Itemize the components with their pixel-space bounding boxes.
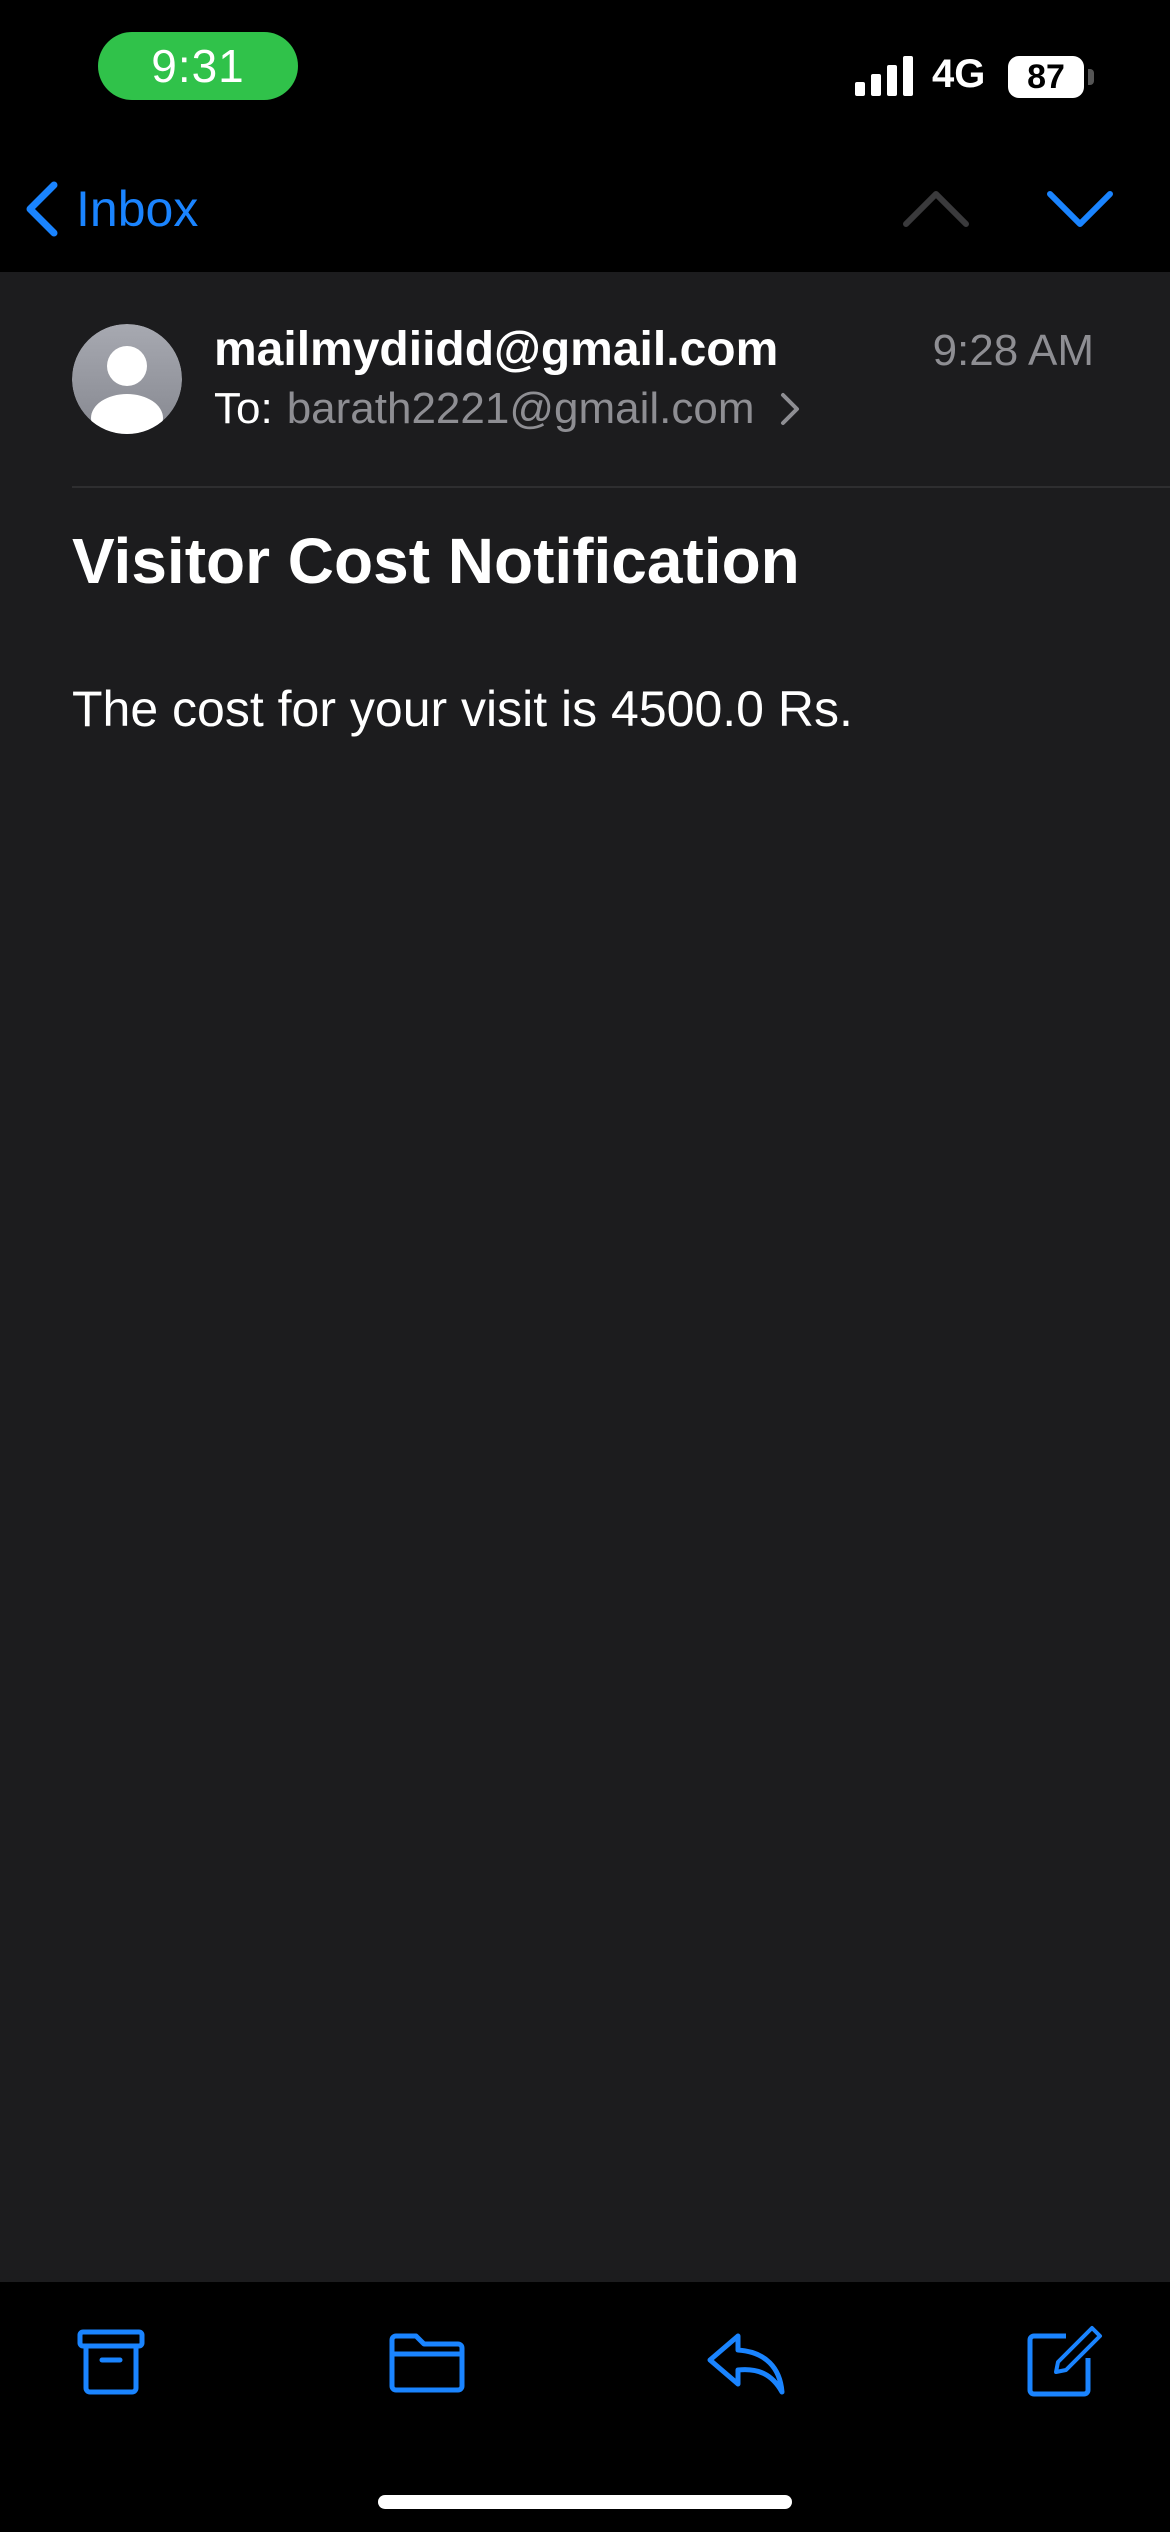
archive-button[interactable] bbox=[66, 2322, 156, 2402]
to-label: To: bbox=[214, 384, 273, 433]
network-type: 4G bbox=[932, 52, 986, 96]
home-indicator[interactable] bbox=[378, 2495, 792, 2509]
chevron-left-icon bbox=[26, 181, 58, 237]
reply-button[interactable] bbox=[700, 2322, 790, 2402]
chevron-right-icon bbox=[780, 393, 799, 425]
recipient-address: barath2221@gmail.com bbox=[286, 384, 755, 433]
message-body: The cost for your visit is 4500.0 Rs. bbox=[72, 681, 853, 737]
message-subject: Visitor Cost Notification bbox=[72, 525, 800, 597]
previous-message-icon[interactable] bbox=[900, 178, 972, 238]
compose-icon bbox=[1027, 2326, 1102, 2397]
signal-icon bbox=[855, 56, 913, 96]
folder-icon bbox=[389, 2333, 465, 2393]
header-divider bbox=[72, 486, 1170, 488]
nav-bar: Inbox bbox=[0, 140, 1170, 272]
message-view[interactable]: mailmydiidd@gmail.com 9:28 AM To: barath… bbox=[0, 272, 1170, 2282]
person-icon bbox=[72, 324, 182, 434]
avatar[interactable] bbox=[72, 324, 182, 434]
back-button[interactable]: Inbox bbox=[22, 174, 198, 244]
reply-icon bbox=[707, 2333, 785, 2395]
battery-icon: 87 bbox=[1008, 56, 1094, 98]
compose-button[interactable] bbox=[1016, 2322, 1106, 2402]
status-time[interactable]: 9:31 bbox=[98, 32, 298, 100]
back-button-label: Inbox bbox=[76, 181, 199, 237]
battery-tip bbox=[1088, 69, 1094, 85]
recipients-row[interactable]: To: barath2221@gmail.com bbox=[214, 384, 801, 434]
status-bar: 9:31 4G 87 bbox=[0, 0, 1170, 140]
next-message-icon[interactable] bbox=[1044, 178, 1116, 238]
battery-level: 87 bbox=[1008, 56, 1084, 98]
sender-address[interactable]: mailmydiidd@gmail.com bbox=[214, 322, 778, 377]
move-to-folder-button[interactable] bbox=[382, 2322, 472, 2402]
message-date: 9:28 AM bbox=[932, 326, 1094, 375]
archive-icon bbox=[77, 2329, 145, 2395]
